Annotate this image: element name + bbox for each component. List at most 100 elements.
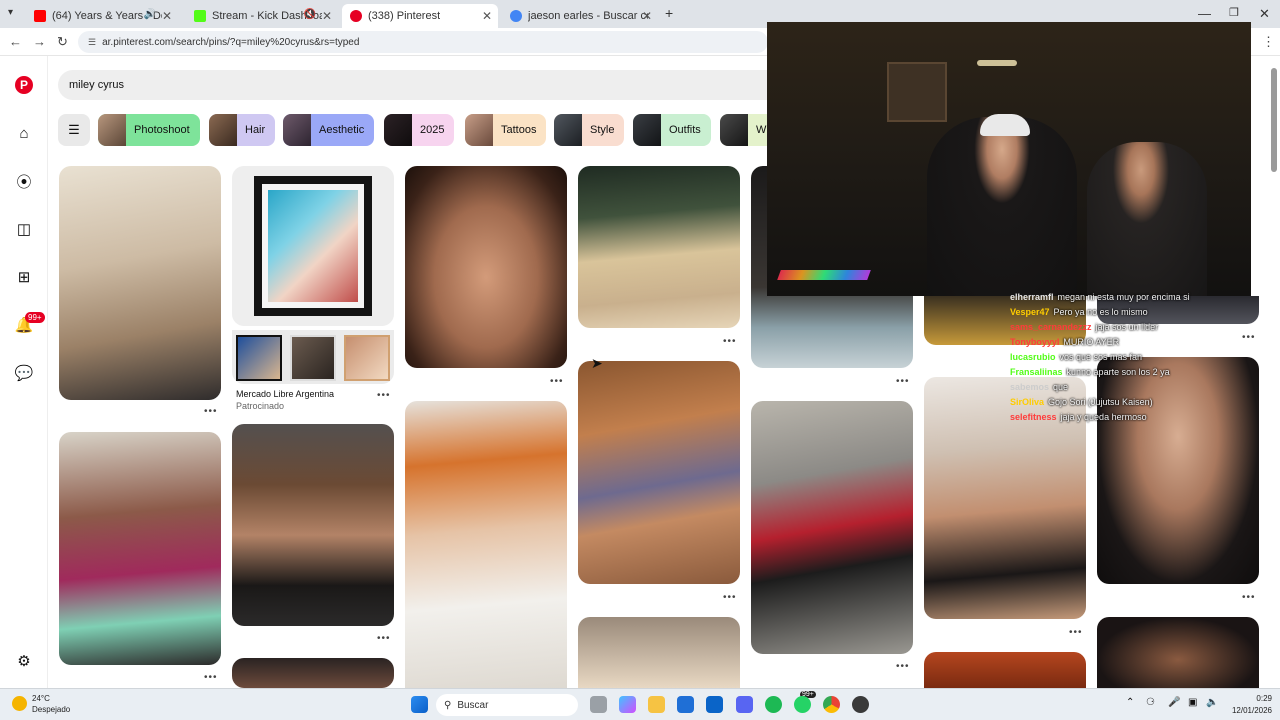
wall-window: [887, 62, 947, 122]
pin-more-icon[interactable]: •••: [377, 633, 391, 644]
pin-image[interactable]: [1097, 617, 1259, 688]
close-tab-icon[interactable]: ✕: [322, 9, 332, 23]
sponsored-advertiser[interactable]: Mercado Libre Argentina: [236, 389, 334, 399]
clock-date: 12/01/2026: [1231, 706, 1272, 715]
create-icon[interactable]: ⊞: [15, 268, 33, 286]
reload-icon[interactable]: ↻: [57, 34, 68, 50]
weather-icon[interactable]: [12, 696, 27, 711]
close-window-icon[interactable]: ✕: [1259, 6, 1270, 22]
maximize-icon[interactable]: ❐: [1229, 6, 1239, 19]
tab-pinterest[interactable]: (338) Pinterest ✕: [342, 4, 498, 28]
pin-more-icon[interactable]: •••: [550, 376, 564, 387]
pin-image[interactable]: [751, 401, 913, 654]
pin-image[interactable]: [578, 166, 740, 328]
search-query: miley cyrus: [69, 79, 125, 91]
pin-more-icon[interactable]: •••: [896, 661, 910, 672]
windows-taskbar: 24°C Despejado ⚲ Buscar 99+ ⌃ ⚆ 🎤 ▣ 🔈 0:…: [0, 688, 1280, 720]
chip-w[interactable]: W: [720, 114, 768, 146]
boards-icon[interactable]: ◫: [15, 220, 33, 238]
tab-menu-icon[interactable]: ▾: [8, 7, 13, 18]
pin-image[interactable]: [232, 330, 394, 384]
pin-more-icon[interactable]: •••: [1242, 332, 1256, 343]
speaker-icon[interactable]: 🔊: [144, 9, 156, 20]
pin-more-icon[interactable]: •••: [204, 672, 218, 683]
obs-icon[interactable]: [852, 696, 869, 713]
chrome-icon[interactable]: [823, 696, 840, 713]
tab-title: jaeson earles - Buscar con Goo: [528, 10, 648, 22]
spotify-icon[interactable]: [765, 696, 782, 713]
whatsapp-icon[interactable]: [794, 696, 811, 713]
pin-image[interactable]: [232, 166, 394, 326]
tab-google[interactable]: jaeson earles - Buscar con Goo ✕: [502, 4, 658, 28]
chip-2025[interactable]: 2025: [384, 114, 455, 146]
pin-more-icon[interactable]: •••: [723, 592, 737, 603]
new-tab-button[interactable]: +: [665, 5, 673, 21]
network-icon[interactable]: ▣: [1188, 697, 1197, 708]
pin-image[interactable]: [578, 617, 740, 688]
pin-image[interactable]: [59, 166, 221, 400]
taskbar-search-box[interactable]: ⚲ Buscar: [436, 694, 578, 716]
chip-photoshoot[interactable]: Photoshoot: [98, 114, 200, 146]
close-tab-icon[interactable]: ✕: [482, 9, 492, 23]
chip-outfits[interactable]: Outfits: [633, 114, 711, 146]
pin-more-icon[interactable]: •••: [1242, 592, 1256, 603]
pinterest-logo[interactable]: P: [15, 76, 33, 94]
google-icon: [510, 10, 522, 22]
microphone-icon[interactable]: 🎤: [1168, 697, 1180, 708]
chip-label: Photoshoot: [134, 124, 190, 136]
pin-more-icon[interactable]: •••: [1069, 627, 1083, 638]
address-bar[interactable]: ☰ ar.pinterest.com/search/pins/?q=miley%…: [78, 31, 768, 53]
pin-image[interactable]: [59, 432, 221, 665]
task-view-icon[interactable]: [590, 696, 607, 713]
tab-kick[interactable]: Stream - Kick Dashboard 🔇 ✕: [186, 4, 338, 28]
pin-more-icon[interactable]: •••: [896, 376, 910, 387]
windows-start-icon[interactable]: [411, 696, 428, 713]
browser-menu-icon[interactable]: ⋮: [1262, 34, 1275, 50]
chip-style[interactable]: Style: [554, 114, 625, 146]
copilot-icon[interactable]: [619, 696, 636, 713]
messages-icon[interactable]: 💬: [15, 364, 34, 382]
ceiling-light: [977, 60, 1017, 66]
back-arrow-icon[interactable]: ←: [9, 34, 22, 49]
pin-image[interactable]: [405, 401, 567, 688]
pin-image[interactable]: [924, 652, 1086, 688]
pin-image[interactable]: [578, 361, 740, 584]
youtube-icon: [34, 10, 46, 22]
tray-chevron-icon[interactable]: ⌃: [1126, 697, 1134, 708]
pin-more-icon[interactable]: •••: [723, 336, 737, 347]
chip-label: Outfits: [669, 124, 701, 136]
forward-arrow-icon[interactable]: →: [33, 34, 46, 49]
minimize-icon[interactable]: —: [1198, 6, 1211, 21]
taskbar-clock[interactable]: 0:29 12/01/2026: [1232, 693, 1272, 717]
page-scrollbar[interactable]: [1271, 68, 1277, 172]
tab-youtube[interactable]: (64) Years & Years - Desire 🔊 ✕: [26, 4, 178, 28]
outlook-icon[interactable]: [706, 696, 723, 713]
clock-time: 0:29: [1256, 694, 1272, 703]
chip-label: Style: [590, 124, 615, 136]
home-icon[interactable]: ⌂: [15, 124, 33, 142]
pin-more-icon[interactable]: •••: [204, 406, 218, 417]
close-tab-icon[interactable]: ✕: [642, 9, 652, 23]
site-info-icon[interactable]: ☰: [88, 37, 96, 48]
pin-image[interactable]: [405, 166, 567, 368]
volume-icon[interactable]: 🔈: [1206, 697, 1218, 708]
search-input[interactable]: miley cyrus: [58, 70, 770, 100]
chip-thumbnail: [554, 114, 582, 146]
settings-gear-icon[interactable]: ⚙: [15, 652, 33, 670]
muted-speaker-icon[interactable]: 🔇: [304, 9, 316, 20]
chat-message: SirOliva Gojo Sori (Jujutsu Kaisen): [1010, 395, 1200, 410]
close-tab-icon[interactable]: ✕: [162, 9, 172, 23]
discord-icon[interactable]: [736, 696, 753, 713]
pin-image[interactable]: [232, 424, 394, 626]
store-icon[interactable]: [677, 696, 694, 713]
chip-hair[interactable]: Hair: [209, 114, 276, 146]
weather-widget[interactable]: 24°C Despejado: [32, 693, 70, 715]
explore-icon[interactable]: ⦿: [15, 172, 33, 191]
chip-tattoos[interactable]: Tattoos: [465, 114, 547, 146]
chip-aesthetic[interactable]: Aesthetic: [283, 114, 375, 146]
tray-app-icon[interactable]: ⚆: [1146, 697, 1155, 708]
pin-image[interactable]: [232, 658, 394, 688]
file-explorer-icon[interactable]: [648, 696, 665, 713]
filter-button[interactable]: ☰: [58, 114, 90, 146]
pin-more-icon[interactable]: •••: [377, 390, 391, 401]
